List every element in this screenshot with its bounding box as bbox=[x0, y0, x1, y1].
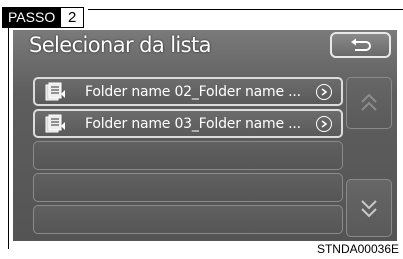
double-chevron-up-icon bbox=[361, 93, 377, 111]
list-item-label: Folder name 03_Folder name ... bbox=[85, 115, 301, 132]
scroll-down-button[interactable] bbox=[346, 179, 392, 237]
list-item-folder-02[interactable]: Folder name 02_Folder name ... bbox=[33, 77, 343, 106]
document-list-icon bbox=[45, 114, 65, 132]
list-item-empty bbox=[33, 173, 343, 202]
list-item-empty bbox=[33, 205, 343, 234]
chevron-right-circle-icon bbox=[316, 115, 332, 132]
step-number: 2 bbox=[60, 8, 84, 27]
chevron-right-circle-icon bbox=[316, 83, 332, 100]
double-chevron-down-icon bbox=[361, 200, 377, 218]
list-item-folder-03[interactable]: Folder name 03_Folder name ... bbox=[33, 109, 343, 138]
screen-title: Selecionar da lista bbox=[29, 33, 212, 57]
document-list-icon bbox=[45, 82, 65, 100]
top-rule bbox=[88, 9, 403, 10]
step-badge: PASSO 2 bbox=[2, 7, 85, 28]
list-item-empty bbox=[33, 141, 343, 170]
figure-code: STNDA00036E bbox=[316, 242, 399, 256]
return-arrow-icon bbox=[350, 38, 371, 51]
left-rule bbox=[8, 28, 9, 249]
scroll-up-button[interactable] bbox=[346, 77, 392, 129]
navigation-screen: Selecionar da lista Folder name 02_Folde… bbox=[13, 30, 397, 241]
step-label: PASSO bbox=[3, 8, 61, 27]
back-button[interactable] bbox=[330, 32, 391, 58]
list-item-label: Folder name 02_Folder name ... bbox=[85, 83, 301, 100]
